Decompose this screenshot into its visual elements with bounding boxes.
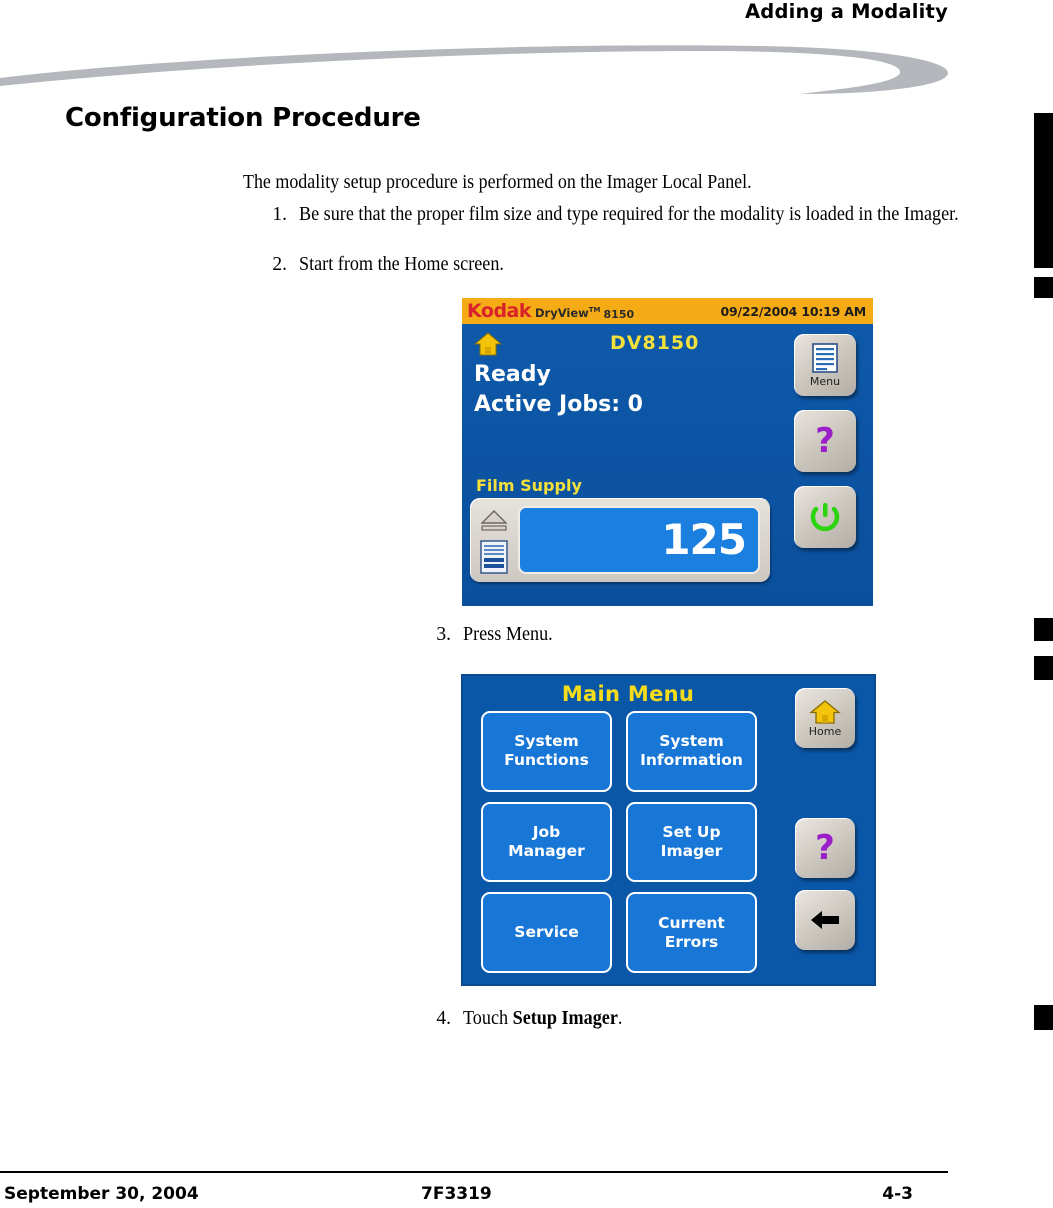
- device-name-label: DV8150: [610, 332, 700, 354]
- film-supply-tray[interactable]: 125: [470, 498, 770, 582]
- decorative-swoosh-graphic: [0, 45, 948, 94]
- step-text: Start from the Home screen.: [299, 254, 504, 275]
- svg-text:?: ?: [815, 829, 835, 867]
- step-item-3: 3. Press Menu.: [427, 622, 1023, 647]
- step-item-1: 1. Be sure that the proper film size and…: [263, 202, 1039, 227]
- help-button[interactable]: ?: [795, 818, 855, 878]
- chapter-thumb-tab-mark-3: [1034, 656, 1053, 680]
- power-button[interactable]: [794, 486, 856, 548]
- datetime-label: 09/22/2004 10:19 AM: [720, 303, 866, 319]
- footer-page-number: 4-3: [882, 1184, 913, 1204]
- house-icon: [474, 332, 502, 356]
- footer-date: September 30, 2004: [4, 1184, 199, 1204]
- footer-doc-number: 7F3319: [421, 1184, 492, 1204]
- step-number: 1.: [272, 204, 287, 225]
- house-icon: [809, 700, 841, 724]
- body-content: The modality setup procedure is performe…: [243, 170, 1005, 1029]
- main-menu-screenshot: Main Menu System Functions System Informat…: [461, 674, 876, 986]
- trademark-symbol: TM: [588, 306, 601, 315]
- film-count-value: 125: [661, 515, 747, 564]
- home-button-label: Home: [808, 725, 842, 738]
- menu-button[interactable]: Menu: [794, 334, 856, 396]
- step-text: Press Menu.: [463, 624, 553, 645]
- home-screen-screenshot: Kodak DryViewTM 8150 09/22/2004 10:19 AM…: [462, 298, 873, 606]
- chapter-thumb-tab-long: [1034, 113, 1053, 268]
- step-text-suffix: .: [617, 1008, 623, 1029]
- product-name-label: DryViewTM: [535, 306, 601, 320]
- step-number: 3.: [436, 624, 451, 645]
- page-footer: September 30, 2004 7F3319 4-3: [0, 1184, 948, 1208]
- question-mark-icon: ?: [815, 829, 835, 867]
- document-lines-icon: [812, 343, 838, 373]
- chapter-thumb-tab-mark-4: [1034, 1005, 1053, 1030]
- film-cassette-icon[interactable]: [479, 540, 509, 574]
- status-text: Ready: [474, 362, 551, 387]
- svg-text:?: ?: [815, 422, 835, 460]
- step-item-2: 2. Start from the Home screen.: [263, 252, 1039, 277]
- menu-item-job-manager[interactable]: Job Manager: [481, 801, 612, 883]
- menu-item-service[interactable]: Service: [481, 892, 612, 973]
- step-number: 4.: [436, 1008, 451, 1029]
- product-name-text: DryView: [535, 306, 589, 320]
- step-item-4: 4. Touch Setup Imager.: [427, 1006, 1023, 1031]
- step-text-emphasis: Setup Imager: [512, 1008, 618, 1029]
- kodak-brand-logo: Kodak: [467, 299, 532, 322]
- lcd-title-bar: Kodak DryViewTM 8150 09/22/2004 10:19 AM: [462, 298, 873, 324]
- active-jobs-text: Active Jobs: 0: [474, 392, 643, 417]
- menu-button-label: Menu: [809, 375, 841, 388]
- eject-icon[interactable]: [479, 507, 509, 535]
- question-mark-icon: ?: [815, 422, 835, 460]
- footer-divider: [0, 1171, 948, 1173]
- model-number-label: 8150: [603, 307, 635, 321]
- running-head: Adding a Modality: [745, 0, 948, 23]
- back-button[interactable]: [795, 890, 855, 950]
- film-count-display: 125: [518, 506, 760, 574]
- step-text-prefix: Touch: [463, 1008, 513, 1029]
- menu-item-current-errors[interactable]: Current Errors: [626, 892, 757, 973]
- menu-item-system-functions[interactable]: System Functions: [481, 711, 612, 792]
- film-supply-label: Film Supply: [476, 476, 582, 495]
- step-number: 2.: [272, 254, 287, 275]
- help-button[interactable]: ?: [794, 410, 856, 472]
- home-button[interactable]: Home: [795, 688, 855, 748]
- chapter-thumb-tab-mark-1: [1034, 277, 1053, 298]
- step-text: Be sure that the proper film size and ty…: [299, 204, 959, 225]
- step-text: Touch Setup Imager.: [463, 1006, 1025, 1031]
- menu-item-system-information[interactable]: System Information: [626, 711, 757, 792]
- chapter-thumb-tab-mark-2: [1034, 618, 1053, 641]
- main-menu-button-grid: System Functions System Information Job Man…: [481, 711, 781, 973]
- page-title: Configuration Procedure: [65, 103, 421, 133]
- arrow-left-icon: [811, 911, 839, 929]
- lead-paragraph: The modality setup procedure is performe…: [243, 172, 752, 193]
- menu-item-set-up-imager[interactable]: Set Up Imager: [626, 801, 757, 883]
- power-icon: [810, 503, 840, 532]
- main-menu-title: Main Menu: [561, 682, 695, 706]
